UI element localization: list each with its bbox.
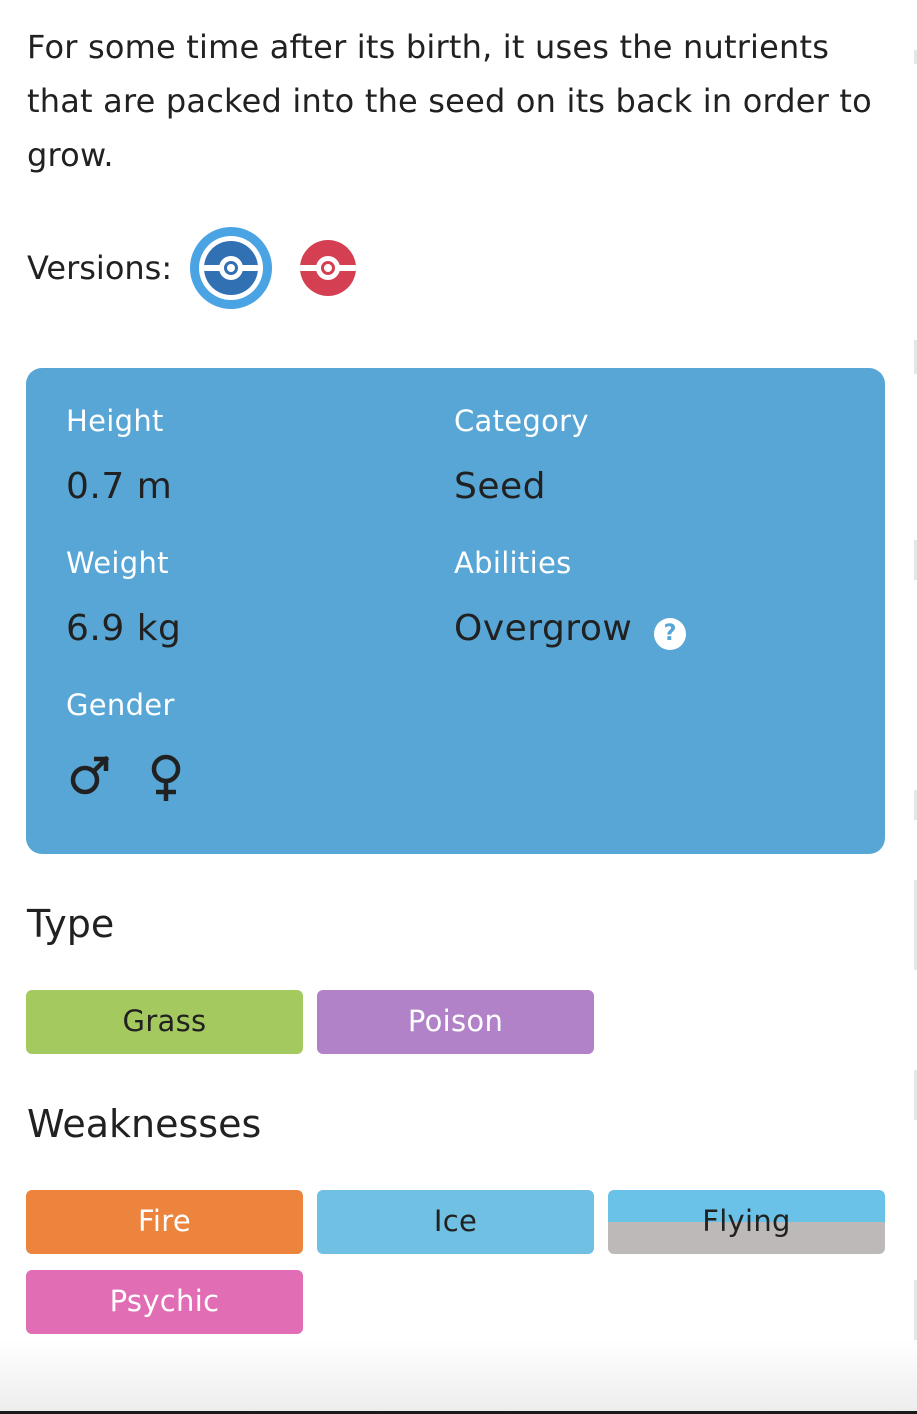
pokemon-description: For some time after its birth, it uses t… <box>27 28 872 174</box>
weaknesses-heading: Weaknesses <box>27 1102 262 1146</box>
weakness-ice[interactable]: Ice <box>317 1190 594 1254</box>
weakness-psychic[interactable]: Psychic <box>26 1270 303 1334</box>
abilities-label: Abilities <box>454 546 572 580</box>
weight-value: 6.9 kg <box>66 608 182 649</box>
pokeball-red-icon <box>300 240 357 296</box>
ability-help-icon[interactable]: ? <box>654 618 686 650</box>
male-icon <box>68 753 112 801</box>
pokeball-blue-icon <box>204 241 259 295</box>
height-label: Height <box>66 404 164 438</box>
versions-row: Versions: <box>27 226 357 310</box>
weight-label: Weight <box>66 546 169 580</box>
version-red-button[interactable] <box>300 240 357 296</box>
category-label: Category <box>454 404 589 438</box>
type-poison[interactable]: Poison <box>317 990 594 1054</box>
bottom-fade <box>0 1340 917 1414</box>
type-grass[interactable]: Grass <box>26 990 303 1054</box>
gender-label: Gender <box>66 688 175 722</box>
weakness-fire[interactable]: Fire <box>26 1190 303 1254</box>
ability-overgrow[interactable]: Overgrow <box>454 608 632 649</box>
versions-label: Versions: <box>27 249 173 287</box>
version-blue-button[interactable] <box>190 227 273 309</box>
category-value: Seed <box>454 466 546 507</box>
type-heading: Type <box>27 902 115 946</box>
weakness-flying[interactable]: Flying <box>608 1190 885 1254</box>
height-value: 0.7 m <box>66 466 173 507</box>
pokemon-info-card: Height 0.7 m Weight 6.9 kg Gender Catego… <box>26 368 885 854</box>
female-icon <box>146 753 186 809</box>
